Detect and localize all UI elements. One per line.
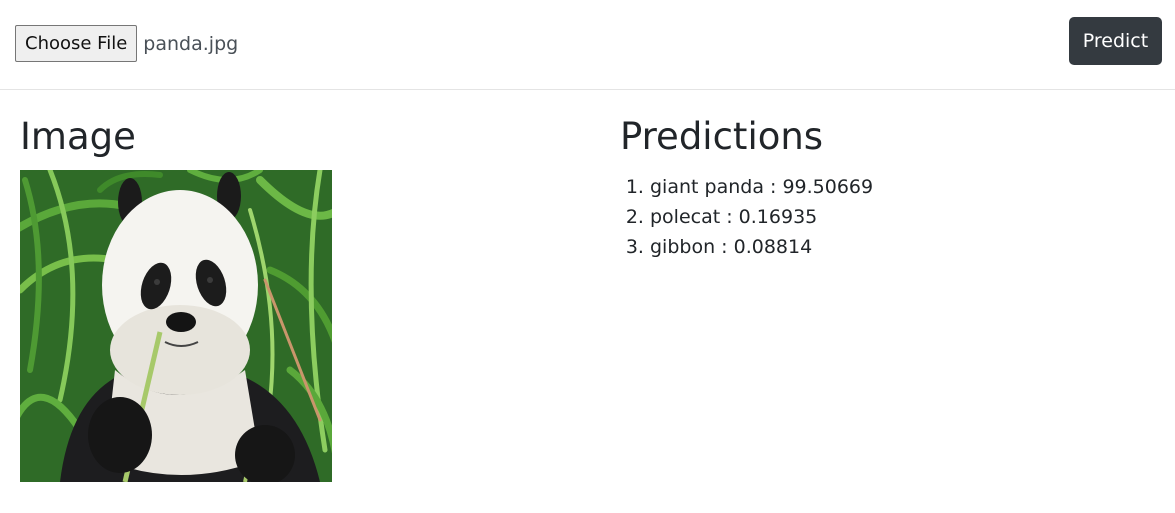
top-toolbar: Choose File panda.jpg Predict [0, 0, 1175, 90]
predictions-heading: Predictions [620, 115, 824, 158]
uploaded-image [20, 170, 332, 482]
prediction-list: giant panda : 99.50669 polecat : 0.16935… [620, 172, 1160, 262]
prediction-item: gibbon : 0.08814 [650, 232, 1160, 262]
image-heading: Image [20, 115, 136, 158]
predictions-section: Predictions giant panda : 99.50669 polec… [620, 110, 1160, 262]
prediction-item: giant panda : 99.50669 [650, 172, 1160, 202]
prediction-item: polecat : 0.16935 [650, 202, 1160, 232]
panda-photo [20, 170, 332, 482]
choose-file-button[interactable]: Choose File [15, 25, 138, 62]
image-section: Image [20, 110, 580, 482]
file-input-group: Choose File panda.jpg [15, 25, 238, 62]
predict-button[interactable]: Predict [1069, 17, 1162, 65]
selected-file-name: panda.jpg [143, 32, 239, 55]
